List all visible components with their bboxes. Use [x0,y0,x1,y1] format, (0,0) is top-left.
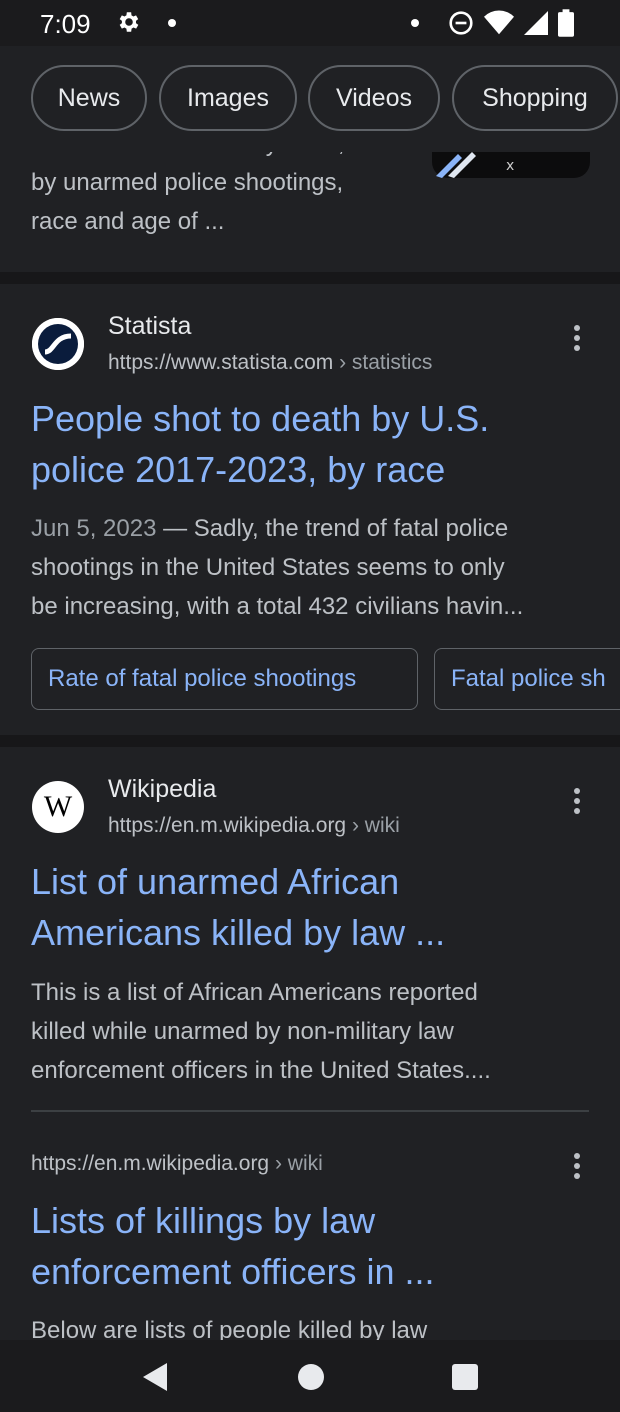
wikipedia-logo-letter: W [43,790,73,823]
statista-favicon[interactable] [32,318,84,370]
snippet-line: This is a list of African Americans repo… [31,979,478,1006]
chip-videos[interactable]: Videos [308,65,440,131]
result-title-link[interactable]: Lists of killings by law enforcement off… [31,1195,591,1297]
chip-images[interactable]: Images [159,65,297,131]
notification-dot-icon [411,19,419,27]
notification-dot-icon [168,19,176,27]
result-url[interactable]: https://www.statista.com › statistics [108,351,432,375]
result-url-host: https://www.statista.com [108,351,334,374]
sublink-chip[interactable]: Rate of fatal police shootings [31,648,418,710]
recents-icon[interactable] [451,1363,479,1396]
divider [31,1110,589,1112]
wifi-icon [484,10,514,41]
more-vert-icon[interactable] [566,786,588,816]
snippet-line: race and age of ... [31,208,225,235]
result-site-name[interactable]: Wikipedia [108,775,216,804]
result-url-host: https://en.m.wikipedia.org [31,1152,270,1175]
search-filter-chips: News Images Videos Shopping [0,46,620,152]
result-title-link[interactable]: People shot to death by U.S. police 2017… [31,393,591,495]
result-url-crumb: › wiki [351,814,400,837]
title-line: enforcement officers in ... [31,1251,435,1292]
snippet-line: be increasing, with a total 432 civilian… [31,593,524,620]
signal-icon [524,11,548,40]
result-date: Jun 5, 2023 [31,515,157,542]
result-url[interactable]: https://en.m.wikipedia.org › wiki [108,814,400,838]
result-url-crumb: › statistics [339,351,433,374]
snippet-text: — Sadly, the trend of fatal police [156,515,509,542]
title-line: Lists of killings by law [31,1200,376,1241]
snippet-line: shootings in the United States seems to … [31,554,505,581]
dnd-icon [448,10,474,41]
wikipedia-favicon[interactable]: W [32,781,84,833]
home-icon[interactable] [297,1363,325,1396]
chip-shopping[interactable]: Shopping [452,65,618,131]
result-url[interactable]: https://en.m.wikipedia.org › wiki [31,1152,323,1176]
title-line: List of unarmed African [31,861,400,902]
status-time: 7:09 [40,9,91,39]
battery-icon [558,9,574,42]
result-separator [0,735,620,747]
result-snippet: This is a list of African Americans repo… [31,973,591,1090]
snippet-line: killed while unarmed by non-military law [31,1018,454,1045]
result-snippet: Jun 5, 2023 — Sadly, the trend of fatal … [31,509,591,626]
result-url-host: https://en.m.wikipedia.org [108,814,347,837]
title-line: police 2017-2023, by race [31,449,446,490]
more-vert-icon[interactable] [566,1151,588,1181]
result-site-name[interactable]: Statista [108,312,191,341]
chip-news[interactable]: News [31,65,147,131]
snippet-line: by unarmed police shootings, [31,169,344,196]
title-line: People shot to death by U.S. [31,398,490,439]
settings-gear-icon [116,9,142,40]
title-line: Americans killed by law ... [31,912,446,953]
snippet-line: enforcement officers in the United State… [31,1057,491,1084]
result-title-link[interactable]: List of unarmed African Americans killed… [31,856,591,958]
more-vert-icon[interactable] [566,323,588,353]
svg-text:x: x [506,158,514,174]
back-icon[interactable] [140,1361,168,1398]
result-separator [0,272,620,284]
status-bar: 7:09 [0,0,620,46]
system-navigation-bar [0,1340,620,1412]
sublink-chip[interactable]: Fatal police sh [434,648,620,710]
result-url-crumb: › wiki [274,1152,323,1175]
